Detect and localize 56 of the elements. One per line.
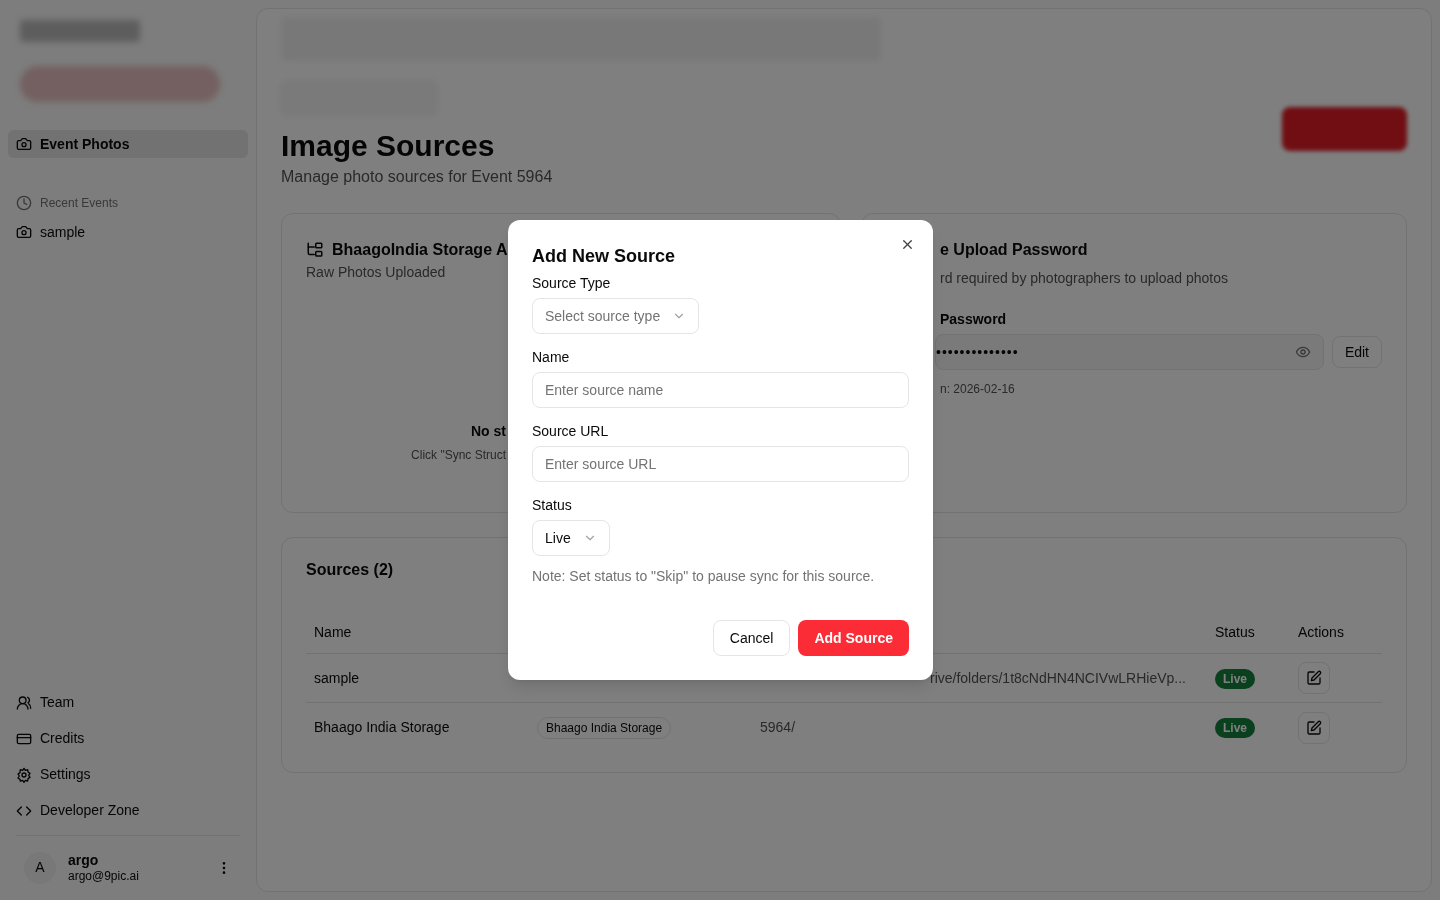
folder-tree-icon <box>306 241 324 259</box>
user-email: argo@9pic.ai <box>68 869 140 884</box>
table-cell-text: 5964/ <box>760 718 797 737</box>
nav-item[interactable]: Developer Zone <box>16 798 240 823</box>
column-header: Name <box>314 623 353 642</box>
nav-item[interactable]: Settings <box>16 762 240 787</box>
nav-item[interactable]: Event Photos <box>8 130 248 158</box>
field-label: Status <box>532 496 572 514</box>
empty-state-title: No st <box>471 422 506 441</box>
field-label: Source Type <box>532 274 611 292</box>
table-cell-text: Bhaago India Storage <box>314 718 451 737</box>
user-avatar: A <box>24 851 56 884</box>
status-tag: Live <box>1215 718 1255 738</box>
input-field[interactable]: Enter source name <box>532 372 909 408</box>
cancel-button[interactable]: Cancel <box>712 620 791 656</box>
card-title: Sources (2) <box>306 560 394 580</box>
edit-button[interactable] <box>1298 711 1330 744</box>
status-tag: Live <box>1215 668 1255 689</box>
empty-state-hint: Click "Sync Struct <box>411 447 506 464</box>
help-text: Note: Set status to "Skip" to pause sync for this source. <box>532 567 876 586</box>
field-label: Source URL <box>532 422 609 440</box>
table-cell-text: sample <box>314 668 361 688</box>
dialog-title: Add New Source <box>532 245 677 268</box>
input-field[interactable]: Enter source URL <box>532 446 909 482</box>
password-field[interactable]: •••••••••••••• <box>935 334 1324 370</box>
edit-icon <box>1306 670 1322 686</box>
close-button[interactable] <box>900 237 915 252</box>
select-field[interactable]: Live <box>532 520 610 556</box>
edit-icon <box>1306 719 1322 736</box>
camera-icon <box>16 136 32 152</box>
edit-button[interactable] <box>1298 662 1330 694</box>
nav-item[interactable]: Team <box>16 690 240 715</box>
column-header: Actions <box>1298 623 1345 642</box>
recent-event-item[interactable]: sample <box>16 220 240 244</box>
page-subtitle: Manage photo sources for Event 5964 <box>281 167 553 187</box>
field-note: n: 2026-02-16 <box>940 381 1016 398</box>
field-label: Name <box>532 348 570 366</box>
table-cell-text: rive/folders/1t8cNdHN4NCIVwLRHieVp... <box>929 668 1187 688</box>
card-title: BhaagoIndia Storage A <box>332 240 508 260</box>
eye-icon <box>1294 344 1311 360</box>
nav-item[interactable]: Credits <box>16 726 240 751</box>
edit-button[interactable]: Edit <box>1331 336 1382 368</box>
settings-icon <box>16 766 32 783</box>
card-title: e Upload Password <box>940 240 1089 260</box>
team-icon <box>16 694 32 711</box>
page-title: Image Sources <box>281 128 496 164</box>
section-heading: Recent Events <box>40 195 119 212</box>
clock-icon <box>16 195 32 211</box>
column-header: Status <box>1215 623 1256 642</box>
select-field[interactable]: Select source type <box>532 298 700 334</box>
user-name: argo <box>68 851 100 869</box>
camera-icon <box>16 224 32 240</box>
field-label: Password <box>940 310 1008 329</box>
card-description: rd required by photographers to upload photos <box>940 269 1229 288</box>
add-source-button[interactable]: Add Source <box>798 620 909 656</box>
close-icon <box>900 237 915 252</box>
